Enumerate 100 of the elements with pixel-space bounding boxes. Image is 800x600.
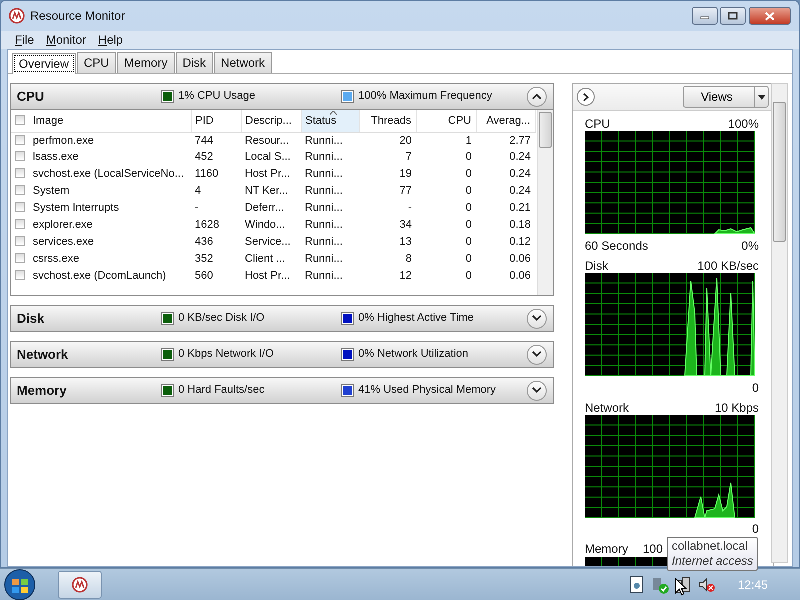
table-cell: svchost.exe (LocalServiceNo... — [33, 168, 184, 180]
tab[interactable]: Disk — [176, 52, 214, 73]
table-cell: Runni... — [305, 202, 343, 214]
table-cell: 0.24 — [510, 185, 531, 198]
table-cell: 0.24 — [510, 151, 531, 164]
section-header[interactable]: Network 0 Kbps Network I/O 0% Network Utilization — [10, 341, 554, 368]
column-header[interactable]: PID — [191, 110, 241, 132]
muted-speaker-icon[interactable] — [698, 576, 716, 594]
column-header[interactable]: Descrip... — [241, 110, 301, 132]
close-button[interactable] — [749, 7, 791, 25]
row-checkbox[interactable] — [15, 134, 25, 144]
section-header[interactable]: Disk 0 KB/sec Disk I/O 0% Highest Active Time — [10, 305, 554, 332]
maximize-button[interactable] — [720, 7, 746, 25]
metric-label: 0% Network Utilization — [358, 347, 469, 362]
collapse-button[interactable] — [527, 308, 547, 328]
tab[interactable]: Network — [214, 52, 272, 73]
table-cell: 2.77 — [510, 134, 531, 146]
table-cell: 0 — [466, 253, 472, 266]
section-header[interactable]: Memory 0 Hard Faults/sec 41% Used Physical Memory — [10, 377, 554, 404]
table-cell: 4 — [195, 185, 202, 198]
expand-button[interactable] — [577, 88, 595, 106]
menu-item[interactable]: Monitor — [40, 31, 92, 49]
table-cell: lsass.exe — [33, 151, 79, 164]
tab[interactable]: Overview — [12, 53, 76, 74]
row-checkbox[interactable] — [15, 236, 25, 246]
scrollbar[interactable] — [771, 83, 788, 563]
table-cell: 0.06 — [510, 253, 531, 266]
menu-item[interactable]: Help — [92, 31, 130, 49]
column-header[interactable]: Image — [11, 110, 191, 132]
window-title: Resource Monitor — [30, 8, 126, 25]
table-cell: 12 — [400, 270, 412, 282]
chevron-icon — [532, 93, 542, 100]
scale-label: 0 — [752, 380, 759, 394]
table-cell: Local S... — [245, 151, 291, 164]
taskbar-app-button[interactable] — [58, 570, 102, 598]
metric-label: 41% Used Physical Memory — [358, 383, 496, 398]
row-checkbox[interactable] — [15, 202, 25, 212]
table-cell: 352 — [195, 253, 214, 266]
table-cell: Service... — [245, 236, 291, 248]
column-header[interactable]: CPU — [416, 110, 476, 132]
table-cell: 452 — [195, 151, 214, 164]
table-cell: 0 — [466, 185, 472, 198]
menu-item[interactable]: File — [9, 31, 40, 49]
row-checkbox[interactable] — [15, 219, 25, 230]
table-cell: 0 — [466, 168, 472, 180]
table-cell: 13 — [400, 236, 412, 248]
column-header[interactable]: Status — [301, 110, 359, 132]
document-icon[interactable] — [629, 576, 646, 594]
row-checkbox[interactable] — [15, 270, 25, 280]
security-icon[interactable] — [650, 576, 669, 594]
mouse-pointer-icon — [675, 578, 687, 596]
table-cell: 0.12 — [510, 236, 531, 248]
table-cell: 1160 — [195, 168, 219, 180]
column-header[interactable]: Averag... — [476, 110, 535, 132]
minimize-button[interactable] — [692, 7, 718, 25]
row-checkbox[interactable] — [15, 151, 25, 162]
scrollbar[interactable] — [537, 110, 553, 295]
row-checkbox[interactable] — [15, 185, 25, 196]
collapse-button[interactable] — [527, 380, 547, 400]
table-cell: 7 — [406, 151, 412, 164]
table-cell: Runni... — [305, 134, 343, 146]
chevron-icon — [532, 387, 542, 394]
graph-title: Memory — [585, 541, 628, 556]
table-cell: 19 — [400, 168, 412, 180]
collapse-button[interactable] — [527, 344, 547, 364]
table-cell: - — [195, 202, 199, 214]
scale-label: 0 — [752, 521, 759, 536]
table-cell: Runni... — [305, 236, 343, 248]
row-checkbox[interactable] — [15, 168, 25, 178]
collapse-button[interactable] — [527, 86, 547, 106]
table-cell: services.exe — [33, 236, 94, 248]
chevron-icon — [583, 92, 589, 102]
table-cell: 0.18 — [510, 219, 531, 232]
section-title: Disk — [17, 310, 46, 328]
metric-label: 0% Highest Active Time — [358, 311, 474, 326]
chevron-icon — [532, 315, 542, 322]
table-cell: 744 — [195, 134, 214, 146]
scale-label: 100 — [642, 541, 663, 556]
table-cell: Runni... — [305, 219, 343, 232]
table-cell: Runni... — [305, 168, 343, 180]
section-title: CPU — [17, 88, 46, 106]
table-cell: 1628 — [195, 219, 220, 232]
table-cell: 0 — [466, 219, 472, 232]
scale-label: 100% — [728, 116, 759, 131]
table-cell: System Interrupts — [33, 202, 120, 214]
scale-label: 100 KB/sec — [698, 258, 759, 273]
table-cell: Runni... — [305, 185, 343, 198]
views-button[interactable]: Views — [683, 86, 769, 108]
scale-label: 0% — [742, 238, 759, 253]
row-checkbox[interactable] — [15, 253, 25, 264]
tab[interactable]: Memory — [117, 52, 175, 73]
table-cell: 34 — [400, 219, 412, 232]
column-header[interactable]: Threads — [359, 110, 416, 132]
tab[interactable]: CPU — [77, 52, 116, 73]
table-cell: 436 — [195, 236, 214, 248]
section-header[interactable]: CPU 1% CPU Usage 100% Maximum Frequency — [10, 83, 554, 110]
table-cell: 77 — [400, 185, 412, 198]
table-cell: 0 — [466, 151, 472, 164]
scale-label: 10 Kbps — [714, 400, 759, 414]
app-icon — [9, 8, 25, 24]
